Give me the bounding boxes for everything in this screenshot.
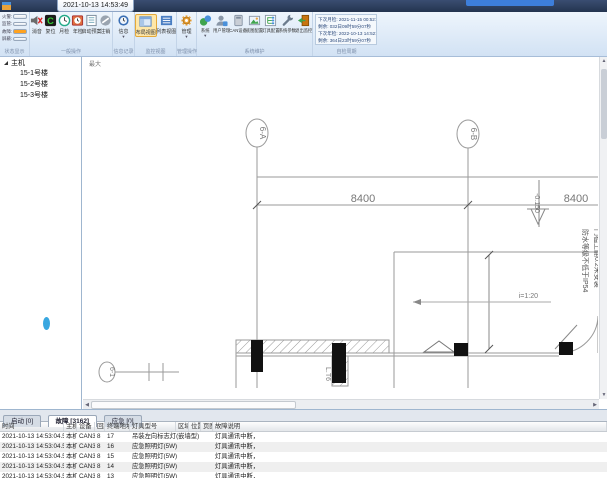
can-device-icon: [232, 14, 245, 27]
ribbon-group-selfcheck: 下次月检: 2021-11-15 00:52:57 剩余: 032日09时59分…: [313, 12, 380, 56]
monthly-remaining: 剩余: 032日09时59分07秒: [318, 23, 374, 30]
monthly-check-button[interactable]: 月检: [57, 14, 71, 35]
layout-view-button[interactable]: 布局视图: [135, 14, 157, 37]
scroll-up-icon[interactable]: ▲: [600, 57, 607, 65]
tree-root-host[interactable]: 主机: [0, 57, 81, 68]
note-waterproof: 防水等级不低于IP54: [581, 229, 590, 293]
logout-icon: [99, 14, 112, 27]
tree-item-building-1[interactable]: 15-1号楼: [0, 68, 81, 79]
canvas-vertical-scrollbar[interactable]: ▲ ▼: [599, 57, 607, 399]
device-tree-panel: 主机 15-1号楼 15-2号楼 15-3号楼: [0, 57, 82, 409]
basemap-icon: [248, 14, 261, 27]
next-monthly-check: 下次月检: 2021-11-15 00:52:57: [318, 16, 374, 23]
mute-button[interactable]: 消音: [30, 14, 44, 35]
dimension-8400-right: 8400: [564, 193, 588, 205]
dimension-8400-left: 8400: [351, 193, 375, 205]
ribbon-toolbar: 火警: 监管: 故障: 屏蔽: 状态显示 消音: [0, 12, 607, 57]
event-row[interactable]: 2021-10-13 14:53:04.572本机 CAN3-88 17吊装左向…: [0, 432, 607, 442]
ribbon-group-maintain: 系统 ▼ 用户管理 CAN设备 底图配置 灯具配置: [197, 12, 313, 56]
exit-door-icon: [297, 14, 310, 27]
titlebar-decor: [466, 0, 554, 6]
grid-bubble-b-label: 6-B: [469, 128, 478, 140]
start-plan-button[interactable]: 启动预案: [85, 14, 99, 35]
can-device-button[interactable]: CAN设备: [230, 14, 246, 34]
status-row-shield: 屏蔽:: [2, 36, 27, 42]
monthly-check-icon: [58, 14, 71, 27]
user-manage-button[interactable]: 用户管理: [213, 14, 229, 34]
reset-icon: C: [44, 14, 57, 27]
svg-text:C: C: [47, 16, 54, 26]
system-dropdown-arrow: ▼: [203, 34, 207, 37]
floorplan-canvas[interactable]: 最大: [83, 57, 607, 409]
vertical-scroll-thumb[interactable]: [601, 69, 607, 139]
app-icon: [2, 2, 11, 10]
list-view-button[interactable]: 列表视图: [157, 14, 177, 35]
user-icon: [215, 14, 228, 27]
supervise-indicator: [13, 22, 27, 27]
grid-bubble-a-label: 6-A: [258, 127, 267, 140]
basemap-config-button[interactable]: 底图配置: [246, 14, 262, 34]
reset-button[interactable]: C 复位: [44, 14, 58, 35]
event-log-panel: 启动 [0] 故障 [3162] 应急 [0] 时间主机 设备回路 终端地址灯具…: [0, 409, 607, 478]
info-dropdown-arrow: ▼: [122, 35, 126, 38]
logout-button[interactable]: 注销: [98, 14, 112, 35]
info-clock-icon: [117, 14, 130, 27]
system-button[interactable]: 系统 ▼: [197, 14, 213, 37]
event-row[interactable]: 2021-10-13 14:53:04.572本机 CAN3-88 16应急照明…: [0, 442, 607, 452]
splitter-handle[interactable]: [43, 317, 50, 330]
titlebar-clock: 2021-10-13 14:53:49: [57, 0, 134, 12]
exit-monitor-button[interactable]: 退出监控: [296, 14, 312, 34]
lamp-config-icon: [264, 14, 277, 27]
mute-icon: [30, 14, 43, 27]
annual-check-icon: [71, 14, 84, 27]
ribbon-group-general: 消音 C 复位 月检 年检 启动预案: [30, 12, 113, 56]
event-row[interactable]: 2021-10-13 14:53:04.571本机 CAN3-88 13应急照明…: [0, 472, 607, 478]
annual-remaining: 剩余: 364日23时59分07秒: [318, 37, 374, 44]
app-window: 2021-10-13 14:53:49 火警: 监管: 故障: 屏蔽: 状态显示: [0, 0, 607, 478]
gear-icon: [180, 14, 193, 27]
status-row-fire: 火警:: [2, 14, 27, 20]
scroll-left-icon[interactable]: ◀: [83, 401, 91, 409]
fault-indicator: [13, 29, 27, 34]
tree-item-building-2[interactable]: 15-2号楼: [0, 79, 81, 90]
ribbon-group-info: 信息 ▼ 信息记录: [113, 12, 135, 56]
ribbon-group-manage: 管理 ▼ 管理操作: [177, 12, 197, 56]
ribbon-group-views: 布局视图 列表视图 监控视图: [135, 12, 177, 56]
selfcheck-panel: 下次月检: 2021-11-15 00:52:57 剩余: 032日09时59分…: [315, 14, 377, 45]
grid-bubble-1-label: 6-1: [108, 367, 115, 377]
horizontal-scroll-thumb[interactable]: [91, 401, 296, 409]
lamp-config-button[interactable]: 灯具配置: [263, 14, 279, 34]
event-tabs: 启动 [0] 故障 [3162] 应急 [0]: [0, 410, 607, 422]
scroll-down-icon[interactable]: ▼: [600, 391, 607, 399]
lt6-label: L.T6: [324, 367, 331, 381]
slope-label: i=1:20: [519, 293, 538, 300]
system-icon: [199, 14, 212, 27]
manage-dropdown-arrow: ▼: [185, 35, 189, 38]
tree-item-building-3[interactable]: 15-3号楼: [0, 90, 81, 101]
event-table-header: 时间主机 设备回路 终端地址灯具型号 区域位置 页图故障说明: [0, 422, 607, 432]
layout-view-icon: [139, 15, 152, 28]
event-row[interactable]: 2021-10-13 14:53:04.571本机 CAN3-88 15应急照明…: [0, 452, 607, 462]
next-annual-check: 下次年检: 2022-10-13 14:52:57: [318, 30, 374, 37]
wrench-icon: [281, 14, 294, 27]
system-param-button[interactable]: 系统参数: [279, 14, 295, 34]
scroll-right-icon[interactable]: ▶: [591, 401, 599, 409]
elevation-label: -0.150: [533, 193, 540, 213]
info-button[interactable]: 信息 ▼: [113, 14, 134, 38]
cad-drawing: 6-A 6-B 6-1 8400 8400 -0.150 i=1:20 L.T6…: [83, 57, 598, 399]
fire-indicator: [13, 14, 27, 19]
status-row-supervise: 监管:: [2, 21, 27, 27]
event-row[interactable]: 2021-10-13 14:53:04.571本机 CAN3-88 14应急照明…: [0, 462, 607, 472]
ribbon-group-status: 火警: 监管: 故障: 屏蔽: 状态显示: [0, 12, 30, 56]
list-view-icon: [160, 14, 173, 27]
tree-expander-icon[interactable]: [4, 61, 8, 65]
manage-button[interactable]: 管理 ▼: [177, 14, 196, 38]
shield-indicator: [13, 37, 27, 42]
plan-document-icon: [85, 14, 98, 27]
note-doorsill: 门槛上翻0.2米安装: [593, 229, 598, 288]
status-row-fault: 故障:: [2, 29, 27, 35]
canvas-horizontal-scrollbar[interactable]: ◀ ▶: [83, 399, 599, 409]
